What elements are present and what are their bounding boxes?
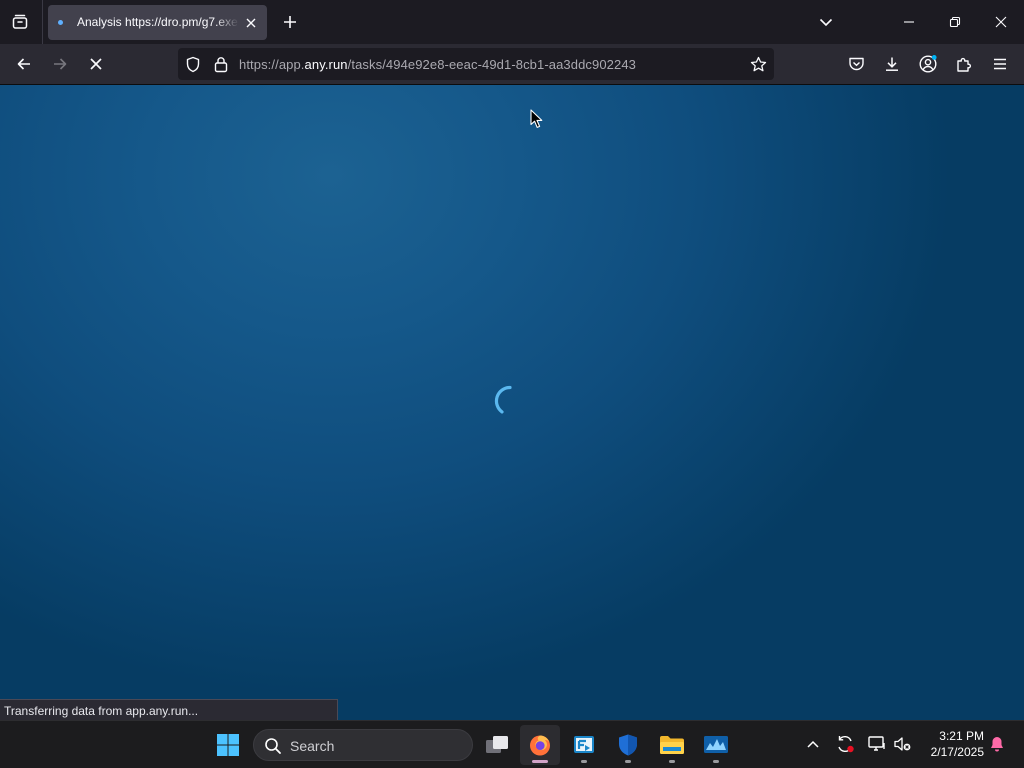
tab-strip: Analysis https://dro.pm/g7.exe [0,0,1024,44]
back-arrow-icon[interactable] [9,49,39,79]
plus-icon[interactable] [276,8,304,36]
taskbar-search[interactable]: Search [253,729,473,761]
shield-icon[interactable] [184,55,202,73]
pocket-icon[interactable] [841,49,871,79]
firefox-taskbar-icon[interactable] [520,725,560,765]
url-prefix: https://app. [239,57,305,72]
search-icon [265,738,281,754]
network-icon[interactable] [866,733,888,755]
mouse-cursor-icon [530,109,543,128]
hamburger-icon[interactable] [985,49,1015,79]
clock-time: 3:21 PM [939,729,984,743]
chevron-up-icon[interactable] [802,733,824,755]
volume-muted-icon[interactable] [891,733,913,755]
tab-title: Analysis https://dro.pm/g7.exe [77,15,238,29]
lock-icon[interactable] [212,55,230,73]
active-app-indicator [532,760,548,763]
stop-icon[interactable] [81,49,111,79]
tab-list-icon[interactable] [6,8,34,36]
sync-icon[interactable] [834,733,856,755]
download-icon[interactable] [877,49,907,79]
tab-strip-divider [42,0,43,44]
task-view-icon[interactable] [477,725,517,765]
restore-icon[interactable] [938,6,972,38]
account-icon[interactable] [913,49,943,79]
url-bar[interactable]: https://app.any.run/tasks/494e92e8-eeac-… [178,48,774,80]
notification-bell-icon[interactable] [986,733,1008,755]
system-clock[interactable]: 3:21 PM 2/17/2025 [918,728,984,760]
defender-shield-icon[interactable] [608,725,648,765]
navigation-toolbar: https://app.any.run/tasks/494e92e8-eeac-… [0,44,1024,85]
close-window-icon[interactable] [984,6,1018,38]
close-icon[interactable] [241,13,261,33]
running-app-indicator [669,760,675,763]
url-text[interactable]: https://app.any.run/tasks/494e92e8-eeac-… [239,57,636,72]
monitor-app-icon[interactable] [696,725,736,765]
windows-start-icon[interactable] [208,725,248,765]
tab-analysis[interactable]: Analysis https://dro.pm/g7.exe [48,5,267,40]
forward-arrow-icon[interactable] [45,49,75,79]
spinner-icon [494,385,512,414]
running-app-indicator [713,760,719,763]
search-label: Search [290,738,335,754]
minimize-icon[interactable] [892,6,926,38]
status-panel: Transferring data from app.any.run... [0,699,338,720]
url-host: any.run [304,57,348,72]
running-app-indicator [625,760,631,763]
loading-favicon-icon [58,20,63,25]
file-explorer-icon[interactable] [652,725,692,765]
running-app-indicator [581,760,587,763]
chevron-down-icon[interactable] [809,6,843,38]
url-path: /tasks/494e92e8-eeac-49d1-8cb1-aa3ddc902… [347,57,636,72]
windows-taskbar: Search 3:21 PM 2/17/2025 [0,720,1024,768]
star-icon[interactable] [748,54,768,74]
clock-date: 2/17/2025 [930,745,984,759]
puzzle-icon[interactable] [949,49,979,79]
anyrun-app-icon[interactable] [564,725,604,765]
